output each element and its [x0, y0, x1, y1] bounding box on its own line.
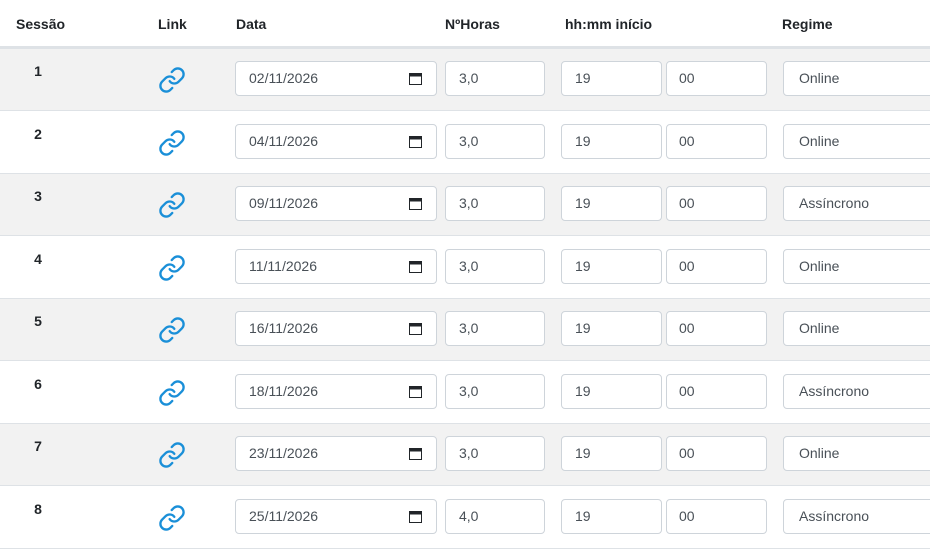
calendar-icon[interactable] [409, 322, 422, 335]
link-chain-icon[interactable] [158, 129, 186, 157]
start-minute-input[interactable]: 00 [666, 248, 767, 284]
date-input[interactable]: 16/11/2026 [235, 311, 437, 346]
date-input[interactable]: 23/11/2026 [235, 436, 437, 471]
table-row: 1 02/11/2026 3,0 19 00 Online [0, 49, 930, 111]
start-hour-input[interactable]: 19 [561, 61, 662, 96]
header-horas: NºHoras [445, 16, 500, 32]
regime-select[interactable]: Online [783, 311, 930, 346]
date-value: 18/11/2026 [249, 382, 319, 399]
hours-input[interactable]: 3,0 [445, 123, 545, 159]
start-hour-input[interactable]: 19 [561, 311, 662, 346]
table-row: 6 18/11/2026 3,0 19 00 Assíncrono [0, 362, 930, 424]
session-number: 1 [34, 63, 42, 79]
sessions-table: Sessão Link Data NºHoras hh:mm início Re… [0, 0, 930, 555]
date-input[interactable]: 02/11/2026 [235, 61, 437, 96]
start-hour-input[interactable]: 19 [561, 123, 662, 159]
date-value: 04/11/2026 [249, 132, 319, 149]
start-minute-input[interactable]: 00 [666, 311, 767, 346]
link-chain-icon[interactable] [158, 504, 186, 532]
hours-input[interactable]: 3,0 [445, 61, 545, 96]
date-value: 16/11/2026 [249, 320, 319, 336]
table-row: 7 23/11/2026 3,0 19 00 Online [0, 424, 930, 486]
link-chain-icon[interactable] [158, 66, 186, 94]
regime-select[interactable]: Assíncrono [783, 373, 930, 409]
calendar-icon[interactable] [409, 135, 422, 148]
date-value: 09/11/2026 [249, 195, 319, 211]
link-chain-icon[interactable] [158, 379, 186, 407]
header-inicio: hh:mm início [565, 16, 653, 32]
header-data: Data [236, 16, 267, 32]
calendar-icon[interactable] [409, 385, 422, 398]
start-minute-input[interactable]: 00 [666, 123, 767, 159]
regime-select[interactable]: Online [783, 61, 930, 96]
regime-select[interactable]: Online [783, 248, 930, 284]
start-minute-input[interactable]: 00 [666, 498, 767, 534]
regime-select[interactable]: Assíncrono [783, 498, 930, 534]
date-value: 02/11/2026 [249, 70, 319, 86]
link-chain-icon[interactable] [158, 316, 186, 344]
header-regime: Regime [782, 16, 833, 32]
session-number: 3 [34, 188, 42, 204]
date-input[interactable]: 04/11/2026 [235, 123, 437, 159]
table-row: 4 11/11/2026 3,0 19 00 Online [0, 237, 930, 299]
date-input[interactable]: 11/11/2026 [235, 248, 437, 284]
hours-input[interactable]: 3,0 [445, 373, 545, 409]
date-value: 25/11/2026 [249, 507, 319, 524]
calendar-icon[interactable] [409, 510, 422, 523]
calendar-icon[interactable] [409, 447, 422, 460]
link-chain-icon[interactable] [158, 254, 186, 282]
hours-input[interactable]: 4,0 [445, 498, 545, 534]
session-number: 8 [34, 500, 42, 517]
table-row: 5 16/11/2026 3,0 19 00 Online [0, 299, 930, 361]
start-minute-input[interactable]: 00 [666, 186, 767, 221]
start-minute-input[interactable]: 00 [666, 61, 767, 96]
table-row: 8 25/11/2026 4,0 19 00 Assíncrono [0, 487, 930, 549]
header-sessao: Sessão [16, 16, 66, 32]
calendar-icon[interactable] [409, 72, 422, 85]
session-number: 2 [34, 125, 42, 142]
start-hour-input[interactable]: 19 [561, 373, 662, 409]
date-input[interactable]: 09/11/2026 [235, 186, 437, 221]
hours-input[interactable]: 3,0 [445, 311, 545, 346]
hours-input[interactable]: 3,0 [445, 186, 545, 221]
start-minute-input[interactable]: 00 [666, 436, 767, 471]
link-chain-icon[interactable] [158, 191, 186, 219]
link-chain-icon[interactable] [158, 441, 186, 469]
table-header: Sessão Link Data NºHoras hh:mm início Re… [0, 0, 930, 46]
regime-select[interactable]: Assíncrono [783, 186, 930, 221]
regime-select[interactable]: Online [783, 123, 930, 159]
header-link: Link [158, 16, 187, 32]
date-value: 23/11/2026 [249, 445, 319, 461]
start-hour-input[interactable]: 19 [561, 498, 662, 534]
date-value: 11/11/2026 [249, 257, 317, 274]
session-number: 5 [34, 313, 42, 329]
date-input[interactable]: 18/11/2026 [235, 373, 437, 409]
date-input[interactable]: 25/11/2026 [235, 498, 437, 534]
hours-input[interactable]: 3,0 [445, 436, 545, 471]
hours-input[interactable]: 3,0 [445, 248, 545, 284]
calendar-icon[interactable] [409, 260, 422, 273]
start-hour-input[interactable]: 19 [561, 248, 662, 284]
regime-select[interactable]: Online [783, 436, 930, 471]
session-number: 4 [34, 250, 42, 267]
start-hour-input[interactable]: 19 [561, 436, 662, 471]
session-number: 6 [34, 375, 42, 392]
table-row: 2 04/11/2026 3,0 19 00 Online [0, 112, 930, 174]
start-minute-input[interactable]: 00 [666, 373, 767, 409]
table-row: 3 09/11/2026 3,0 19 00 Assíncrono [0, 174, 930, 236]
start-hour-input[interactable]: 19 [561, 186, 662, 221]
session-number: 7 [34, 438, 42, 454]
calendar-icon[interactable] [409, 197, 422, 210]
